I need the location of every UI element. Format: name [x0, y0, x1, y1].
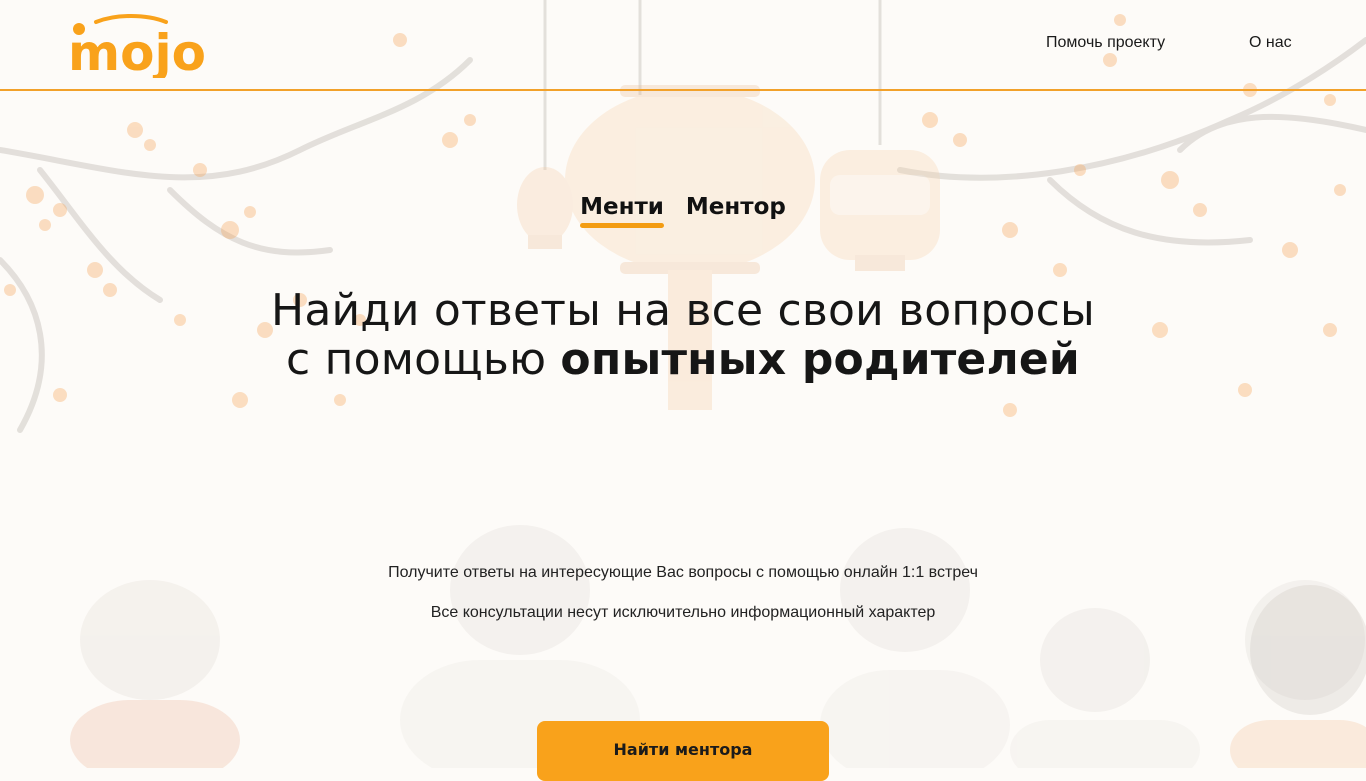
role-tabs: Менти Ментор — [0, 194, 1366, 228]
tab-mentee[interactable]: Менти — [580, 194, 664, 228]
headline-line1: Найди ответы на все свои вопросы — [271, 285, 1095, 336]
nav-help-project[interactable]: Помочь проекту — [1046, 34, 1165, 52]
hero-headline: Найди ответы на все свои вопросы с помощ… — [0, 286, 1366, 384]
find-mentor-button[interactable]: Найти ментора — [537, 721, 829, 781]
headline-line2-bold: опытных родителей — [560, 334, 1080, 385]
site-header: mojo Помочь проекту О нас — [0, 0, 1366, 91]
nav-about[interactable]: О нас — [1249, 34, 1292, 52]
hero-subtitle-2: Все консультации несут исключительно инф… — [430, 604, 936, 621]
mojo-logo[interactable]: mojo — [66, 12, 206, 78]
tab-mentor[interactable]: Ментор — [686, 194, 786, 226]
hero-subtitle-1: Получите ответы на интересующие Вас вопр… — [388, 564, 978, 581]
logo-text: mojo — [68, 24, 206, 78]
headline-line2-regular: с помощью — [286, 334, 547, 385]
